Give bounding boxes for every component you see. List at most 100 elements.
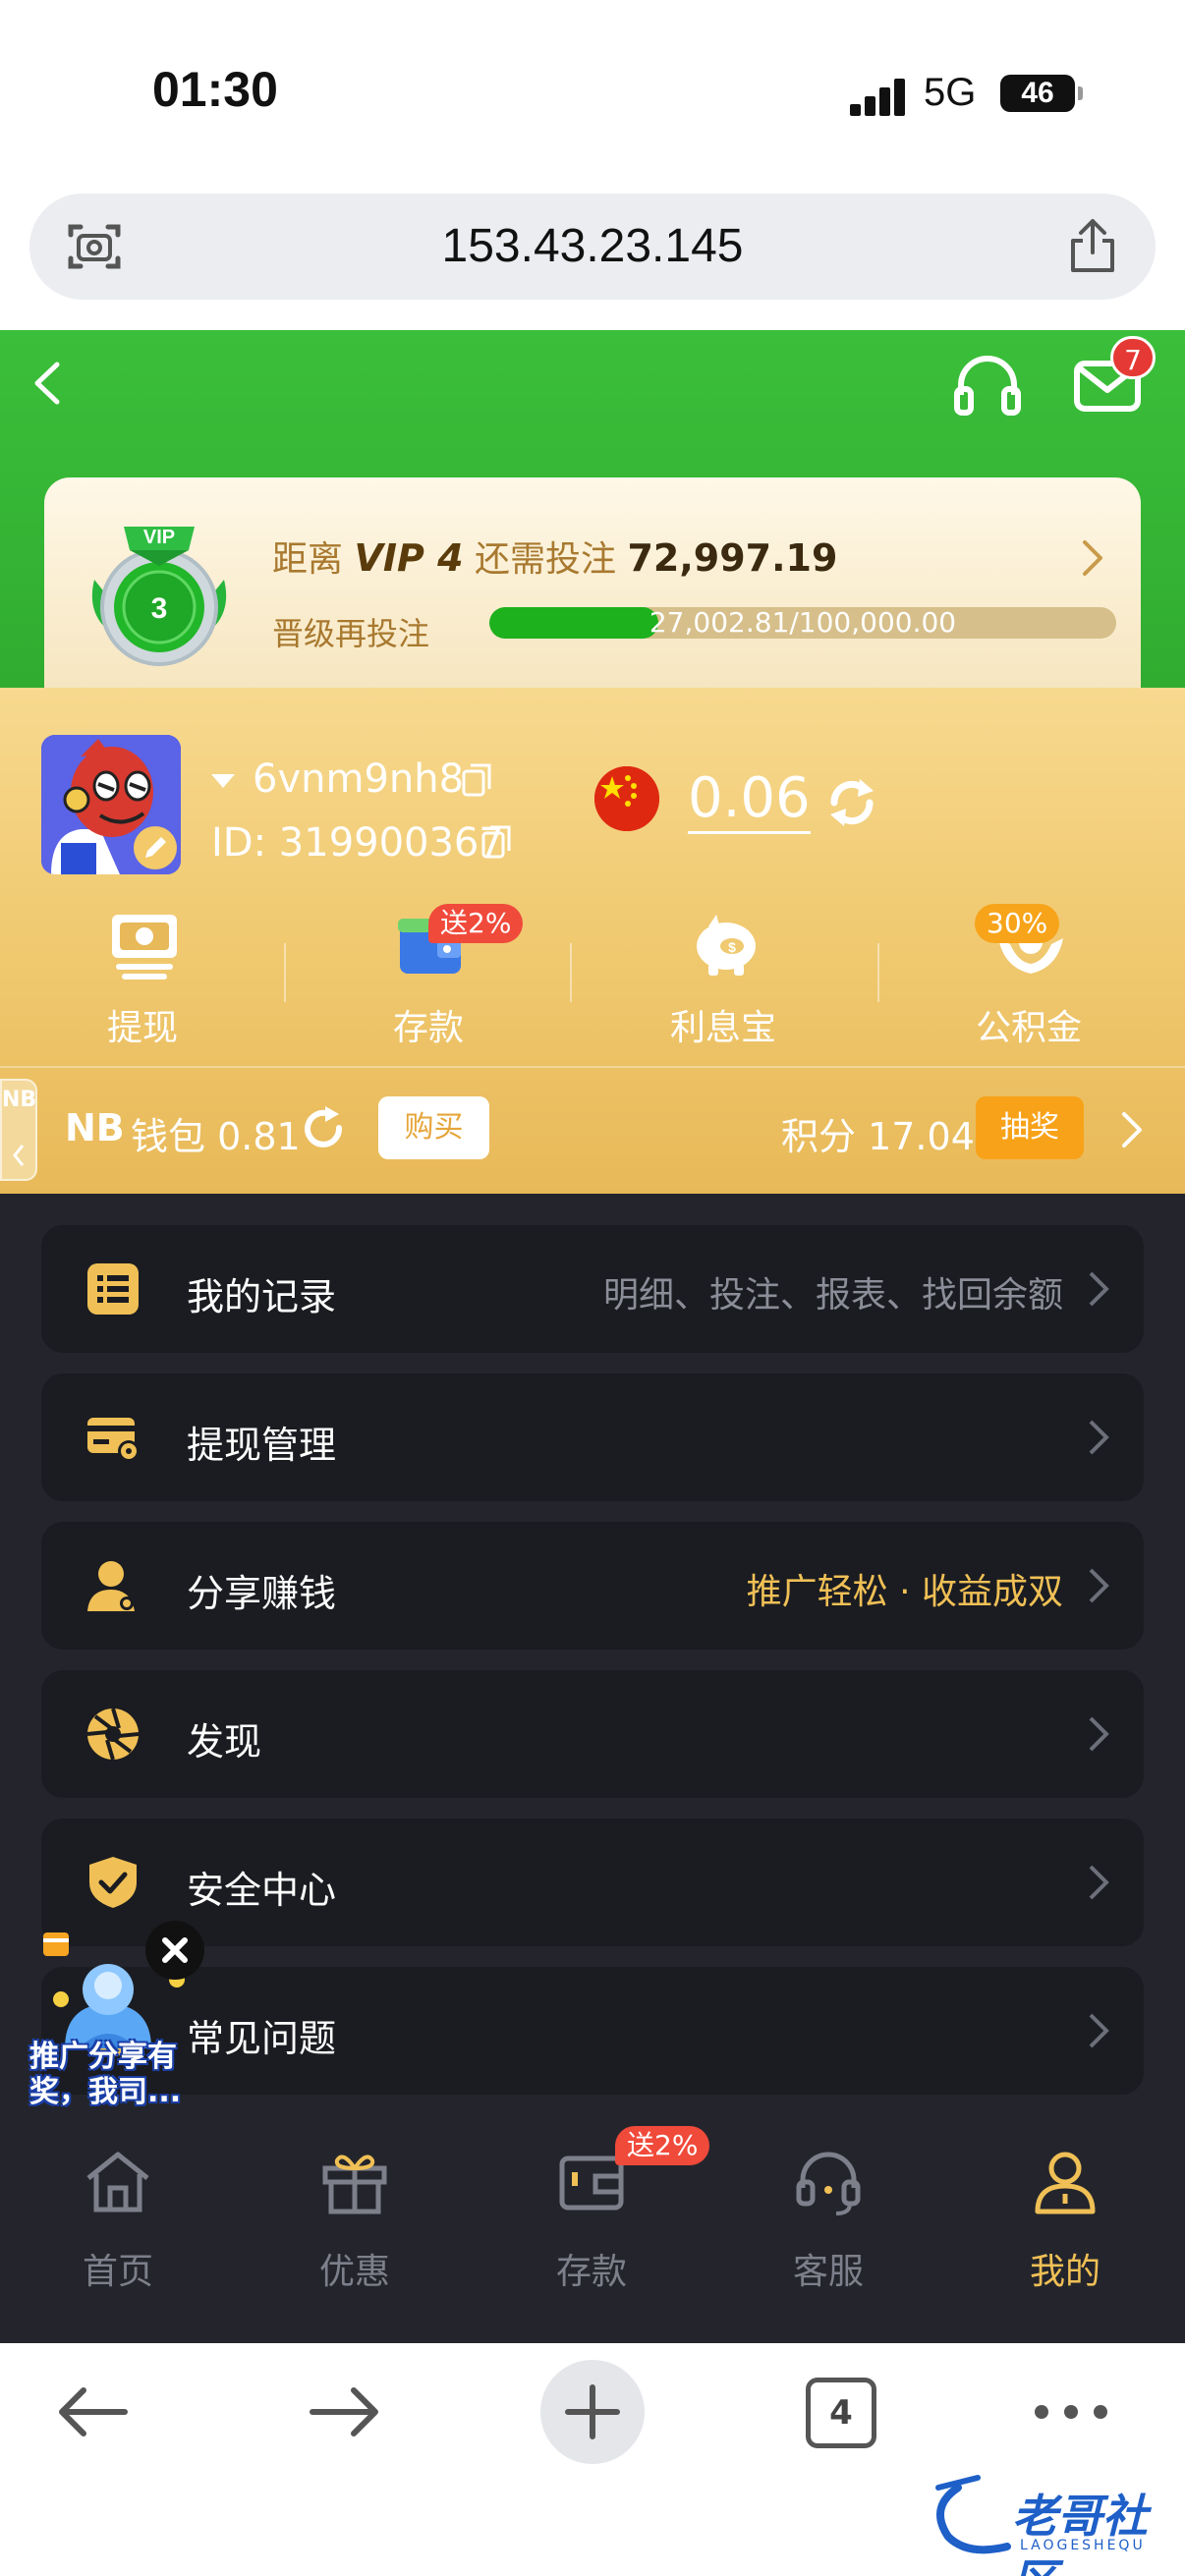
chevron-right-icon xyxy=(1089,1568,1109,1603)
menu-title: 安全中心 xyxy=(187,1869,337,1912)
vip-progress-bar: 27,002.81/100,000.00 xyxy=(489,607,1116,639)
side-tab-text: NB xyxy=(2,1088,37,1112)
vip-prefix: 距离 xyxy=(272,539,344,580)
menu-title: 我的记录 xyxy=(187,1275,337,1318)
chevron-right-icon xyxy=(1089,1716,1109,1752)
points-balance: 积分 17.04 xyxy=(781,1115,975,1158)
vip-amount: 72,997.19 xyxy=(627,536,838,580)
tab-promotions[interactable]: 优惠 xyxy=(281,2147,428,2294)
side-tab[interactable]: NB xyxy=(0,1079,37,1181)
refresh-icon[interactable] xyxy=(300,1104,349,1153)
menu-title: 提现管理 xyxy=(187,1424,337,1467)
tab-label: 我的 xyxy=(1029,2252,1100,2292)
feature-label: 利息宝 xyxy=(669,1008,776,1048)
vip-requirement: 距离 VIP 4 还需投注 72,997.19 xyxy=(272,531,837,582)
floating-promo-text[interactable]: 推广分享有奖，我司... xyxy=(29,2040,206,2110)
shield-icon xyxy=(89,1857,137,1908)
menu-item-discover[interactable]: 发现 xyxy=(41,1670,1144,1798)
chevron-left-icon xyxy=(13,1145,25,1166)
menu-title: 分享赚钱 xyxy=(187,1572,337,1615)
divider xyxy=(570,943,572,1002)
vip-medal-level: 3 xyxy=(151,592,168,625)
feature-label: 存款 xyxy=(392,1008,464,1048)
battery-icon: 46 xyxy=(1000,75,1083,112)
menu-item-faq[interactable]: ? 常见问题 xyxy=(41,1967,1144,2095)
tab-label: 首页 xyxy=(82,2252,153,2292)
feature-interest[interactable]: $ 利息宝 xyxy=(625,909,821,1048)
refresh-icon[interactable] xyxy=(820,771,883,834)
promo-badge: 送2% xyxy=(428,904,524,943)
dropdown-icon[interactable] xyxy=(211,774,235,788)
watermark-subtext: LAOGESHEQU xyxy=(1020,2538,1146,2553)
more-icon[interactable] xyxy=(1032,2397,1110,2427)
piggy-bank-icon: $ xyxy=(697,915,756,976)
vip-mid: 还需投注 xyxy=(475,539,617,580)
card-settings-icon xyxy=(87,1418,140,1462)
copy-icon[interactable] xyxy=(480,823,513,861)
edit-icon[interactable] xyxy=(133,825,178,870)
signal-icon xyxy=(850,77,905,116)
arrow-left-icon[interactable] xyxy=(54,2382,133,2441)
home-icon xyxy=(86,2152,149,2212)
chevron-right-icon xyxy=(1089,1865,1109,1900)
tab-deposit[interactable]: 存款 xyxy=(518,2147,665,2294)
divider xyxy=(877,943,879,1002)
close-icon[interactable] xyxy=(145,1921,204,1980)
menu-item-records[interactable]: 我的记录 明细、投注、报表、找回余额 xyxy=(41,1225,1144,1353)
china-flag-icon[interactable] xyxy=(594,766,659,831)
user-icon xyxy=(1035,2152,1096,2214)
share-icon[interactable] xyxy=(1067,217,1118,274)
promo-badge: 送2% xyxy=(615,2126,710,2165)
feature-label: 公积金 xyxy=(975,1008,1082,1048)
copy-icon[interactable] xyxy=(460,761,493,799)
menu-title: 发现 xyxy=(187,1720,262,1764)
back-icon[interactable] xyxy=(29,359,65,408)
gift-icon xyxy=(322,2155,387,2214)
tab-label: 存款 xyxy=(555,2252,627,2292)
headset-icon xyxy=(796,2152,861,2215)
plus-icon xyxy=(565,2384,620,2439)
vip-medal-icon: VIP 3 xyxy=(91,527,227,666)
nb-logo: NB xyxy=(65,1106,125,1149)
vip-progress-text: 27,002.81/100,000.00 xyxy=(649,607,957,639)
user-id: ID: 319900367 xyxy=(211,820,504,866)
chevron-right-icon[interactable] xyxy=(1120,1110,1144,1149)
address-bar[interactable]: 153.43.23.145 xyxy=(29,194,1156,300)
status-bar: 01:30 5G 46 xyxy=(0,0,1185,187)
tab-label: 优惠 xyxy=(318,2252,390,2292)
withdraw-icon xyxy=(112,915,177,980)
tab-label: 客服 xyxy=(792,2252,864,2292)
feature-withdraw[interactable]: 提现 xyxy=(44,909,241,1048)
feature-label: 提现 xyxy=(106,1008,178,1048)
tab-home[interactable]: 首页 xyxy=(44,2147,192,2294)
tab-mine[interactable]: 我的 xyxy=(991,2147,1139,2294)
balance-amount[interactable]: 0.06 xyxy=(688,766,811,834)
headset-icon[interactable] xyxy=(953,352,1022,417)
arrow-right-icon[interactable] xyxy=(305,2382,383,2441)
chevron-right-icon[interactable] xyxy=(1081,538,1104,578)
chevron-right-icon xyxy=(1089,1271,1109,1307)
menu-item-security-center[interactable]: 安全中心 xyxy=(41,1819,1144,1946)
svg-text:$: $ xyxy=(728,939,736,955)
tabs-button[interactable]: 4 xyxy=(806,2378,876,2448)
username-text: 6vnm9nh8 xyxy=(253,756,465,802)
menu-subtitle: 明细、投注、报表、找回余额 xyxy=(602,1275,1063,1316)
aperture-icon xyxy=(86,1708,140,1761)
username: 6vnm9nh8 xyxy=(211,756,464,802)
chevron-right-icon xyxy=(1089,2013,1109,2048)
new-tab-button[interactable] xyxy=(540,2360,645,2464)
tab-customer-service[interactable]: 客服 xyxy=(755,2147,902,2294)
menu-subtitle: 推广轻松 · 收益成双 xyxy=(746,1572,1063,1612)
clock: 01:30 xyxy=(152,62,278,117)
menu-item-share-earn[interactable]: 分享赚钱 推广轻松 · 收益成双 xyxy=(41,1522,1144,1650)
chevron-right-icon xyxy=(1089,1420,1109,1455)
lottery-button[interactable]: 抽奖 xyxy=(976,1096,1084,1159)
watermark-text: 老哥社区 xyxy=(1012,2490,1148,2576)
divider xyxy=(284,943,286,1002)
records-icon xyxy=(87,1263,139,1315)
buy-button[interactable]: 购买 xyxy=(378,1096,489,1159)
vip-next-level: VIP 4 xyxy=(354,536,464,580)
url-text[interactable]: 153.43.23.145 xyxy=(29,219,1156,273)
menu-item-withdraw-management[interactable]: 提现管理 xyxy=(41,1373,1144,1501)
promo-badge: 30% xyxy=(975,904,1060,943)
